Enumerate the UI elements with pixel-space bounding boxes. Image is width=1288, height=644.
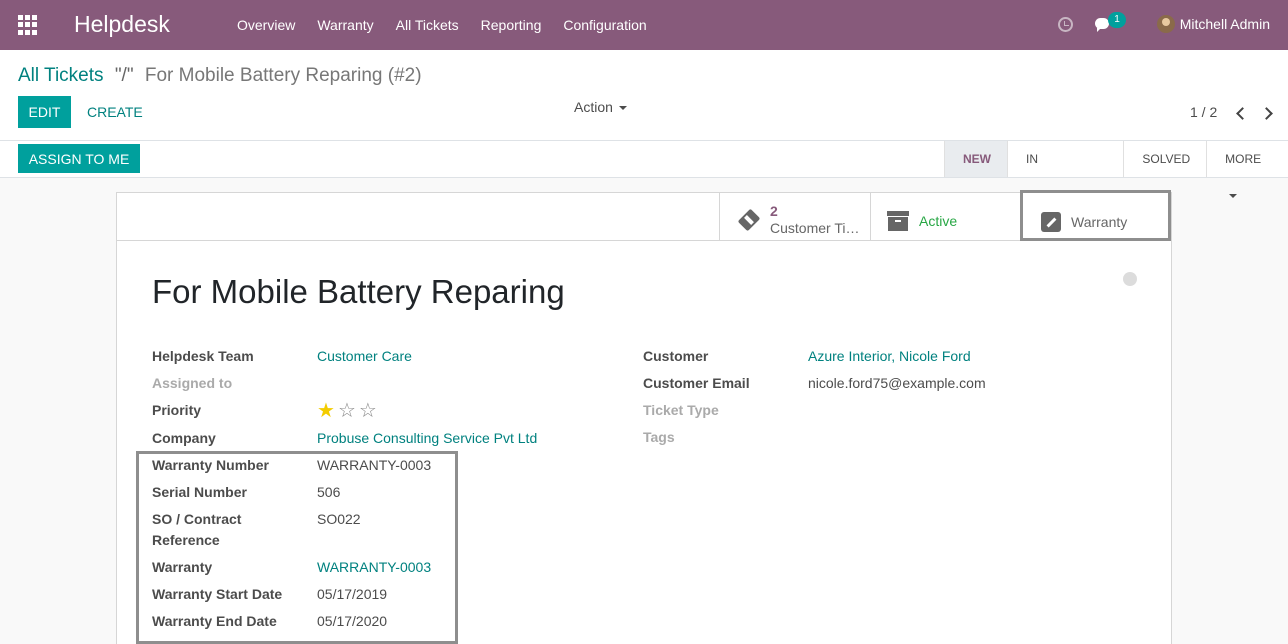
chat-icon[interactable]: [1095, 18, 1109, 32]
form-statusbar: ASSIGN TO ME NEW IN PROGRESS SOLVED MORE: [0, 141, 1288, 202]
customer-tickets-count: 2: [770, 203, 778, 219]
pager-value[interactable]: 1 / 2: [1190, 104, 1217, 120]
control-panel: All Tickets "/" For Mobile Battery Repar…: [0, 50, 1288, 141]
breadcrumb-current: For Mobile Battery Reparing (#2): [144, 65, 422, 86]
menu-all-tickets[interactable]: All Tickets: [385, 0, 470, 50]
create-button[interactable]: CREATE: [80, 96, 150, 128]
breadcrumb-separator: "/": [114, 65, 134, 86]
stage-solved[interactable]: SOLVED: [1123, 141, 1206, 177]
stage-in-progress[interactable]: IN PROGRESS: [1007, 141, 1123, 202]
so-contract-value: SO022: [317, 511, 361, 527]
breadcrumb-all-tickets[interactable]: All Tickets: [18, 65, 104, 86]
ticket-type-label: Ticket Type: [643, 402, 719, 418]
warranty-label: Warranty: [152, 559, 213, 575]
customer-email-label: Customer Email: [643, 375, 750, 391]
warranty-start-date-value: 05/17/2019: [317, 586, 388, 602]
so-contract-label-line1: SO / Contract: [152, 511, 242, 527]
archive-icon: [887, 211, 909, 231]
action-dropdown[interactable]: Action: [574, 99, 627, 115]
main-menu: Overview Warranty All Tickets Reporting …: [226, 0, 658, 50]
star-empty-icon[interactable]: ☆: [359, 400, 377, 420]
smart-button-box: 2 Customer Tickets Active Warranty: [117, 190, 1171, 241]
customer-email-value: nicole.ford75@example.com: [808, 375, 986, 391]
assign-to-me-button[interactable]: ASSIGN TO ME: [18, 144, 140, 173]
customer-value[interactable]: Azure Interior, Nicole Ford: [808, 348, 971, 364]
company-value[interactable]: Probuse Consulting Service Pvt Ltd: [317, 430, 537, 446]
warranty-start-date-label: Warranty Start Date: [152, 586, 283, 602]
serial-number-label: Serial Number: [152, 484, 247, 500]
caret-down-icon: [618, 106, 627, 111]
priority-stars[interactable]: ★ ☆ ☆: [317, 400, 380, 420]
user-menu[interactable]: Mitchell Admin: [1180, 16, 1270, 32]
chat-count-badge: 1: [1108, 12, 1126, 28]
pager-previous-icon[interactable]: [1234, 106, 1246, 120]
top-navbar: Helpdesk Overview Warranty All Tickets R…: [0, 0, 1288, 50]
tags-label: Tags: [643, 429, 675, 445]
form-sheet: 2 Customer Tickets Active Warranty For M…: [116, 190, 1172, 644]
menu-reporting[interactable]: Reporting: [470, 0, 553, 50]
caret-down-icon: [1229, 193, 1238, 198]
pencil-icon: [1041, 212, 1061, 232]
warranty-button-label: Warranty: [1071, 214, 1128, 230]
serial-number-value: 506: [317, 484, 341, 500]
breadcrumb: All Tickets "/" For Mobile Battery Repar…: [18, 65, 422, 87]
warranty-value[interactable]: WARRANTY-0003: [317, 559, 431, 575]
warranty-end-date-label: Warranty End Date: [152, 613, 277, 629]
star-filled-icon[interactable]: ★: [317, 400, 335, 420]
customer-tickets-label: Customer Tickets: [770, 220, 862, 236]
ticket-title: For Mobile Battery Reparing: [152, 273, 565, 310]
company-label: Company: [152, 430, 216, 446]
stage-new[interactable]: NEW: [944, 141, 1007, 177]
assigned-to-label: Assigned to: [152, 375, 233, 391]
app-title: Helpdesk: [74, 11, 170, 37]
customer-tickets-button[interactable]: 2 Customer Tickets: [719, 193, 870, 241]
so-contract-label-line2: Reference: [152, 532, 220, 548]
activity-clock-icon[interactable]: [1058, 17, 1073, 32]
stage-more-label: MORE: [1225, 152, 1262, 166]
edit-button[interactable]: EDIT: [18, 96, 71, 128]
customer-label: Customer: [643, 348, 709, 364]
warranty-button[interactable]: Warranty: [1020, 190, 1171, 241]
warranty-number-value: WARRANTY-0003: [317, 457, 432, 473]
warranty-number-label: Warranty Number: [152, 457, 269, 473]
stage-more-dropdown[interactable]: MORE: [1206, 141, 1288, 198]
priority-label: Priority: [152, 402, 202, 418]
stage-pipeline: NEW IN PROGRESS SOLVED MORE: [944, 141, 1288, 202]
helpdesk-team-label: Helpdesk Team: [152, 348, 254, 364]
apps-menu-icon[interactable]: [18, 15, 38, 35]
warranty-end-date-value: 05/17/2020: [317, 613, 388, 629]
menu-overview[interactable]: Overview: [226, 0, 306, 50]
ticket-icon: [737, 208, 761, 232]
user-avatar[interactable]: [1157, 15, 1175, 33]
kanban-state-indicator[interactable]: [1123, 272, 1137, 286]
active-label: Active: [919, 213, 958, 229]
menu-configuration[interactable]: Configuration: [552, 0, 657, 50]
pager-next-icon[interactable]: [1262, 106, 1274, 120]
action-label: Action: [574, 99, 613, 115]
star-empty-icon[interactable]: ☆: [338, 400, 356, 420]
archive-toggle-button[interactable]: Active: [870, 193, 1021, 241]
helpdesk-team-value[interactable]: Customer Care: [317, 348, 412, 364]
menu-warranty[interactable]: Warranty: [306, 0, 384, 50]
